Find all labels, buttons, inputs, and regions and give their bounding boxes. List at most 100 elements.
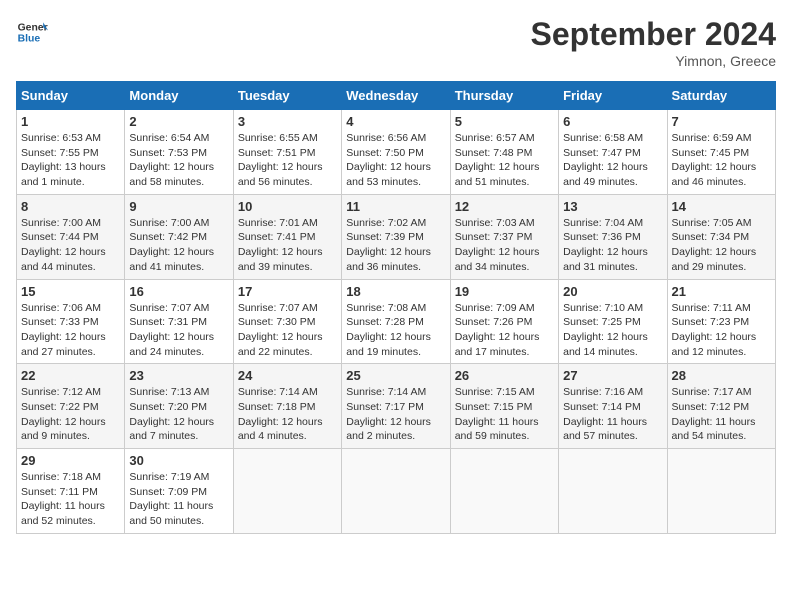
day-info: Sunrise: 7:19 AMSunset: 7:09 PMDaylight:… <box>129 470 228 529</box>
day-number: 8 <box>21 199 120 214</box>
header-sunday: Sunday <box>17 82 125 110</box>
table-cell: 21 Sunrise: 7:11 AMSunset: 7:23 PMDayligh… <box>667 279 775 364</box>
header-saturday: Saturday <box>667 82 775 110</box>
table-cell: 18 Sunrise: 7:08 AMSunset: 7:28 PMDayligh… <box>342 279 450 364</box>
day-info: Sunrise: 7:16 AMSunset: 7:14 PMDaylight:… <box>563 385 662 444</box>
day-number: 7 <box>672 114 771 129</box>
day-info: Sunrise: 7:00 AMSunset: 7:44 PMDaylight:… <box>21 216 120 275</box>
day-number: 23 <box>129 368 228 383</box>
table-cell: 20Sunrise: 7:10 AMSunset: 7:25 PMDayligh… <box>559 279 667 364</box>
day-info: Sunrise: 6:53 AMSunset: 7:55 PMDaylight:… <box>21 131 120 190</box>
header-tuesday: Tuesday <box>233 82 341 110</box>
table-cell: 4 Sunrise: 6:56 AMSunset: 7:50 PMDaylight… <box>342 110 450 195</box>
day-info: Sunrise: 7:11 AMSunset: 7:23 PMDaylight:… <box>672 301 771 360</box>
svg-text:Blue: Blue <box>18 34 41 45</box>
day-number: 17 <box>238 284 337 299</box>
table-cell <box>342 449 450 534</box>
page-header: General Blue September 2024 Yimnon, Gree… <box>16 16 776 69</box>
calendar-row: 8 Sunrise: 7:00 AMSunset: 7:44 PMDaylight… <box>17 194 776 279</box>
title-block: September 2024 Yimnon, Greece <box>531 16 776 69</box>
day-number: 26 <box>455 368 554 383</box>
day-number: 20 <box>563 284 662 299</box>
day-info: Sunrise: 6:56 AMSunset: 7:50 PMDaylight:… <box>346 131 445 190</box>
day-info: Sunrise: 7:17 AMSunset: 7:12 PMDaylight:… <box>672 385 771 444</box>
table-cell: 12Sunrise: 7:03 AMSunset: 7:37 PMDayligh… <box>450 194 558 279</box>
table-cell: 29 Sunrise: 7:18 AMSunset: 7:11 PMDayligh… <box>17 449 125 534</box>
table-cell: 1 Sunrise: 6:53 AMSunset: 7:55 PMDaylight… <box>17 110 125 195</box>
table-cell: 8 Sunrise: 7:00 AMSunset: 7:44 PMDaylight… <box>17 194 125 279</box>
calendar-row: 22Sunrise: 7:12 AMSunset: 7:22 PMDayligh… <box>17 364 776 449</box>
table-cell: 28Sunrise: 7:17 AMSunset: 7:12 PMDayligh… <box>667 364 775 449</box>
table-cell: 30 Sunrise: 7:19 AMSunset: 7:09 PMDayligh… <box>125 449 233 534</box>
day-number: 30 <box>129 453 228 468</box>
day-info: Sunrise: 7:13 AMSunset: 7:20 PMDaylight:… <box>129 385 228 444</box>
calendar-row: 1 Sunrise: 6:53 AMSunset: 7:55 PMDaylight… <box>17 110 776 195</box>
day-info: Sunrise: 7:07 AMSunset: 7:31 PMDaylight:… <box>129 301 228 360</box>
day-number: 9 <box>129 199 228 214</box>
day-number: 27 <box>563 368 662 383</box>
day-info: Sunrise: 7:03 AMSunset: 7:37 PMDaylight:… <box>455 216 554 275</box>
table-cell: 9 Sunrise: 7:00 AMSunset: 7:42 PMDaylight… <box>125 194 233 279</box>
header-thursday: Thursday <box>450 82 558 110</box>
day-number: 5 <box>455 114 554 129</box>
day-info: Sunrise: 7:02 AMSunset: 7:39 PMDaylight:… <box>346 216 445 275</box>
day-number: 16 <box>129 284 228 299</box>
table-cell: 3Sunrise: 6:55 AMSunset: 7:51 PMDaylight… <box>233 110 341 195</box>
table-cell <box>233 449 341 534</box>
day-number: 10 <box>238 199 337 214</box>
day-info: Sunrise: 7:09 AMSunset: 7:26 PMDaylight:… <box>455 301 554 360</box>
day-info: Sunrise: 7:14 AMSunset: 7:18 PMDaylight:… <box>238 385 337 444</box>
day-info: Sunrise: 7:12 AMSunset: 7:22 PMDaylight:… <box>21 385 120 444</box>
day-number: 3 <box>238 114 337 129</box>
day-number: 21 <box>672 284 771 299</box>
table-cell: 19 Sunrise: 7:09 AMSunset: 7:26 PMDayligh… <box>450 279 558 364</box>
table-cell: 2Sunrise: 6:54 AMSunset: 7:53 PMDaylight… <box>125 110 233 195</box>
day-info: Sunrise: 6:57 AMSunset: 7:48 PMDaylight:… <box>455 131 554 190</box>
day-info: Sunrise: 7:08 AMSunset: 7:28 PMDaylight:… <box>346 301 445 360</box>
table-cell: 16 Sunrise: 7:07 AMSunset: 7:31 PMDayligh… <box>125 279 233 364</box>
day-info: Sunrise: 7:18 AMSunset: 7:11 PMDaylight:… <box>21 470 120 529</box>
logo: General Blue <box>16 16 48 48</box>
table-cell <box>450 449 558 534</box>
month-title: September 2024 <box>531 16 776 53</box>
day-info: Sunrise: 7:14 AMSunset: 7:17 PMDaylight:… <box>346 385 445 444</box>
day-info: Sunrise: 7:15 AMSunset: 7:15 PMDaylight:… <box>455 385 554 444</box>
logo-icon: General Blue <box>16 16 48 48</box>
table-cell: 17Sunrise: 7:07 AMSunset: 7:30 PMDayligh… <box>233 279 341 364</box>
day-number: 2 <box>129 114 228 129</box>
table-cell: 24 Sunrise: 7:14 AMSunset: 7:18 PMDayligh… <box>233 364 341 449</box>
day-info: Sunrise: 7:05 AMSunset: 7:34 PMDaylight:… <box>672 216 771 275</box>
table-cell: 22Sunrise: 7:12 AMSunset: 7:22 PMDayligh… <box>17 364 125 449</box>
table-cell: 6 Sunrise: 6:58 AMSunset: 7:47 PMDaylight… <box>559 110 667 195</box>
day-number: 19 <box>455 284 554 299</box>
day-number: 6 <box>563 114 662 129</box>
calendar-row: 15 Sunrise: 7:06 AMSunset: 7:33 PMDayligh… <box>17 279 776 364</box>
header-wednesday: Wednesday <box>342 82 450 110</box>
table-cell: 25 Sunrise: 7:14 AMSunset: 7:17 PMDayligh… <box>342 364 450 449</box>
table-cell: 14Sunrise: 7:05 AMSunset: 7:34 PMDayligh… <box>667 194 775 279</box>
location: Yimnon, Greece <box>531 53 776 69</box>
day-info: Sunrise: 6:58 AMSunset: 7:47 PMDaylight:… <box>563 131 662 190</box>
table-cell: 13 Sunrise: 7:04 AMSunset: 7:36 PMDayligh… <box>559 194 667 279</box>
day-number: 18 <box>346 284 445 299</box>
table-cell: 26 Sunrise: 7:15 AMSunset: 7:15 PMDayligh… <box>450 364 558 449</box>
day-number: 25 <box>346 368 445 383</box>
table-cell: 5 Sunrise: 6:57 AMSunset: 7:48 PMDaylight… <box>450 110 558 195</box>
table-cell <box>559 449 667 534</box>
day-number: 1 <box>21 114 120 129</box>
day-number: 29 <box>21 453 120 468</box>
day-number: 15 <box>21 284 120 299</box>
day-number: 11 <box>346 199 445 214</box>
table-cell: 23 Sunrise: 7:13 AMSunset: 7:20 PMDayligh… <box>125 364 233 449</box>
day-number: 4 <box>346 114 445 129</box>
header-monday: Monday <box>125 82 233 110</box>
day-number: 13 <box>563 199 662 214</box>
table-cell: 27 Sunrise: 7:16 AMSunset: 7:14 PMDayligh… <box>559 364 667 449</box>
day-info: Sunrise: 7:06 AMSunset: 7:33 PMDaylight:… <box>21 301 120 360</box>
day-info: Sunrise: 7:00 AMSunset: 7:42 PMDaylight:… <box>129 216 228 275</box>
day-info: Sunrise: 7:04 AMSunset: 7:36 PMDaylight:… <box>563 216 662 275</box>
day-number: 24 <box>238 368 337 383</box>
table-cell: 15 Sunrise: 7:06 AMSunset: 7:33 PMDayligh… <box>17 279 125 364</box>
calendar-table: Sunday Monday Tuesday Wednesday Thursday… <box>16 81 776 534</box>
header-friday: Friday <box>559 82 667 110</box>
